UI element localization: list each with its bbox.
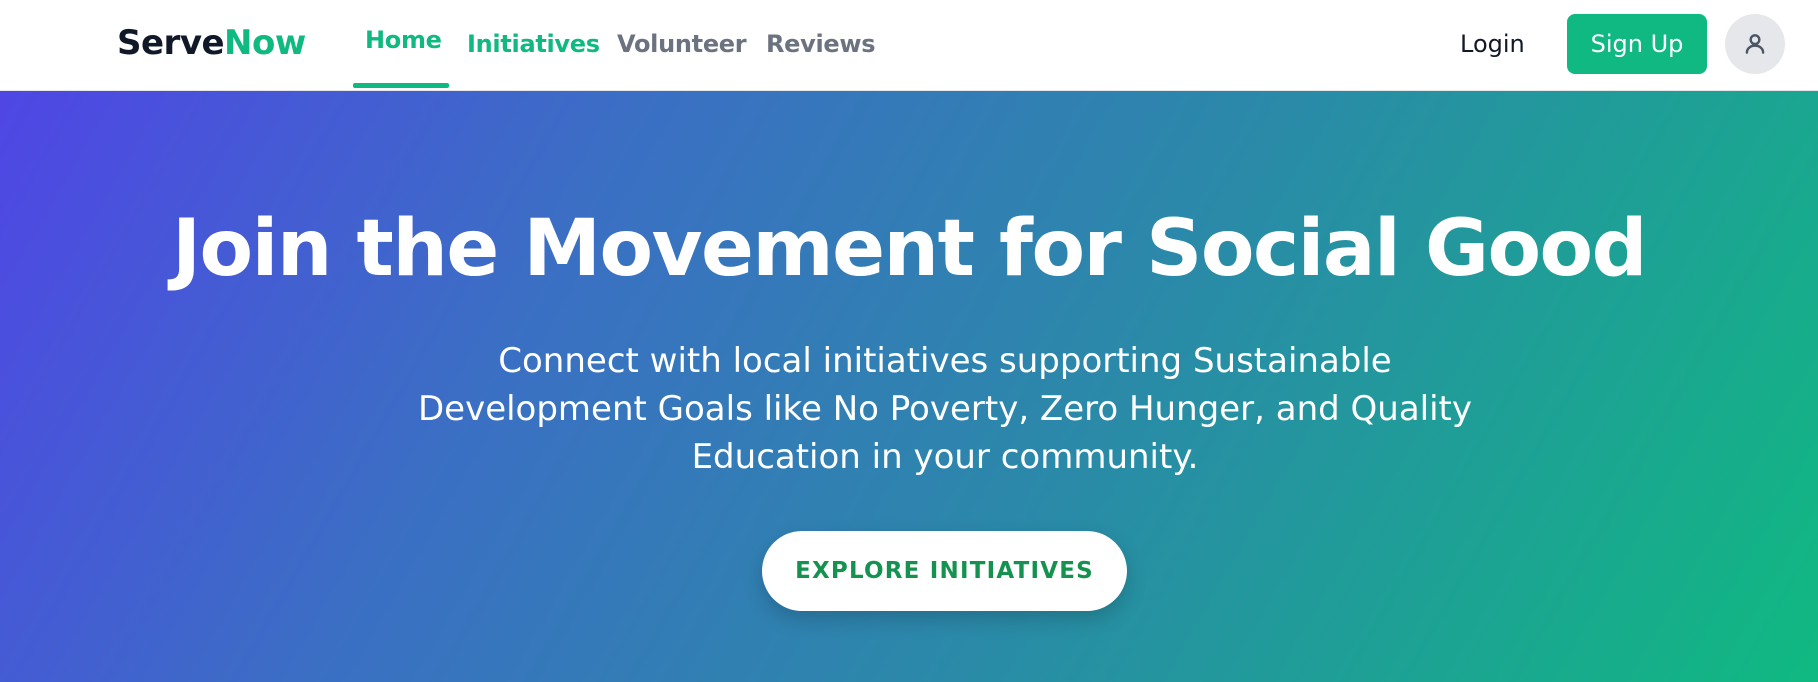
active-tab-indicator: [353, 83, 449, 88]
hero-title: Join the Movement for Social Good: [172, 204, 1647, 294]
nav-initiatives-link[interactable]: Initiatives: [467, 24, 600, 64]
user-icon: [1745, 34, 1765, 54]
nav-reviews-link[interactable]: Reviews: [766, 24, 876, 64]
brand-name-part1: Serve: [117, 23, 225, 63]
top-navbar: ServeNow Home Initiatives Volunteer Revi…: [0, 0, 1818, 91]
hero-subtitle: Connect with local initiatives supportin…: [417, 341, 1473, 477]
user-avatar-button[interactable]: [1725, 14, 1785, 74]
signup-button[interactable]: Sign Up: [1567, 14, 1707, 74]
hero-section: Join the Movement for Social Good Connec…: [0, 91, 1818, 682]
nav-home-link[interactable]: Home: [365, 20, 442, 60]
brand-name-part2: Now: [224, 23, 306, 63]
login-link[interactable]: Login: [1460, 24, 1525, 64]
brand-logo[interactable]: ServeNow: [117, 20, 306, 66]
explore-initiatives-button[interactable]: EXPLORE INITIATIVES: [762, 531, 1127, 611]
nav-volunteer-link[interactable]: Volunteer: [617, 24, 747, 64]
